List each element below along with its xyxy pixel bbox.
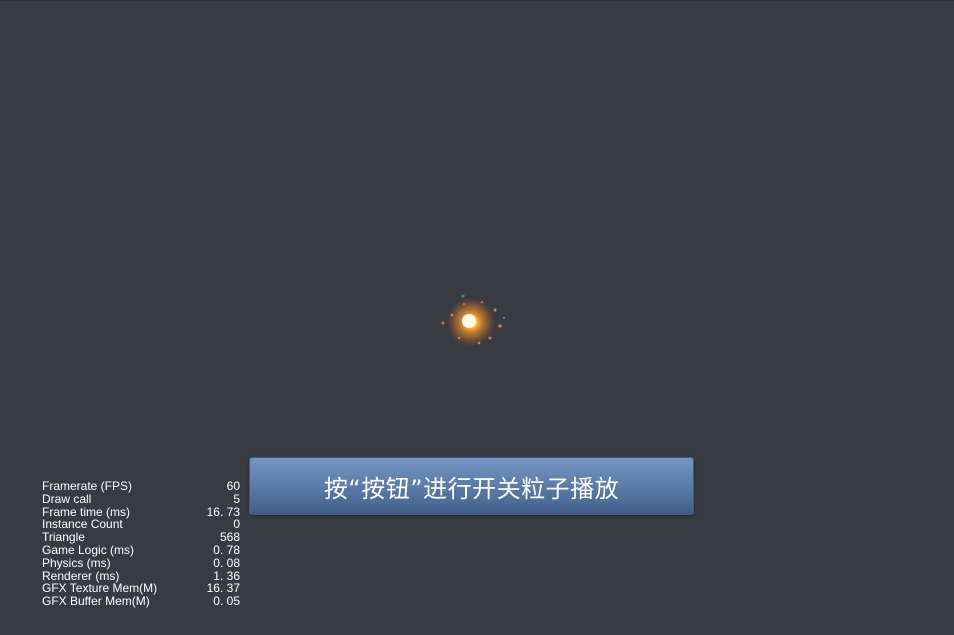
particle-spark [480, 300, 484, 304]
stat-row-draw-call: Draw call 5 [42, 491, 242, 506]
stat-label: Framerate (FPS) [42, 479, 133, 493]
particle-spark [497, 323, 503, 329]
particle-spark [462, 302, 466, 306]
stat-value: 5 [233, 491, 240, 506]
stat-row-framerate: Framerate (FPS) 60 [42, 480, 242, 493]
stat-value: 60 [226, 479, 240, 493]
toggle-particle-button-label: 按“按钮”进行开关粒子播放 [323, 474, 620, 503]
stat-label: Physics (ms) [42, 555, 111, 570]
stat-value: 0. 08 [213, 555, 240, 570]
particle-spark [487, 335, 493, 341]
particle-spark [492, 307, 498, 313]
stat-label: Draw call [42, 491, 92, 506]
particle-spark [502, 316, 506, 320]
stat-label: GFX Buffer Mem(M) [42, 594, 150, 609]
game-canvas[interactable]: 按“按钮”进行开关粒子播放 Framerate (FPS) 60 Draw ca… [0, 0, 954, 635]
particle-core-hot [462, 314, 476, 328]
particle-ember [461, 294, 465, 298]
stat-row-game-logic: Game Logic (ms) 0. 78 [42, 544, 242, 557]
profiler-stats-panel: Framerate (FPS) 60 Draw call 5 Frame tim… [42, 480, 242, 608]
particle-spark [450, 313, 454, 317]
particle-spark [440, 320, 446, 326]
stat-label: Game Logic (ms) [42, 542, 135, 557]
stat-row-gfx-buffer-mem: GFX Buffer Mem(M) 0. 05 [42, 595, 242, 608]
particle-effect [440, 294, 506, 346]
particle-spark [477, 341, 481, 345]
toggle-particle-button[interactable]: 按“按钮”进行开关粒子播放 [249, 457, 694, 515]
stat-row-physics: Physics (ms) 0. 08 [42, 555, 242, 570]
particle-spark [457, 336, 461, 340]
stat-value: 0. 78 [213, 542, 240, 557]
stat-value: 0. 05 [213, 594, 240, 609]
